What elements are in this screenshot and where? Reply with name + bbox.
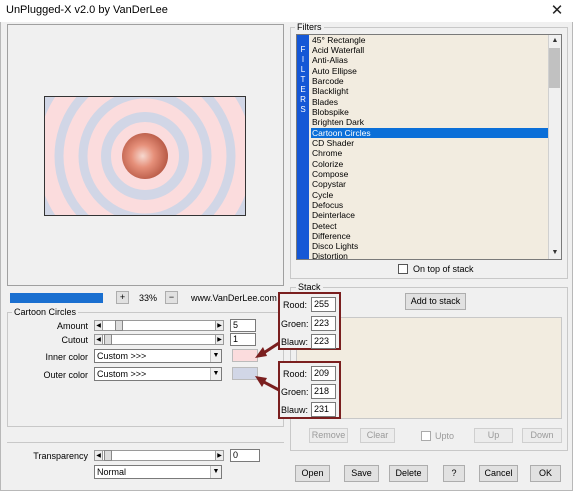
filters-letter: I xyxy=(301,55,305,64)
rood-label: Rood: xyxy=(282,369,307,379)
filter-item[interactable]: Anti-Alias xyxy=(311,55,548,65)
filter-item-selected[interactable]: Cartoon Circles xyxy=(311,128,548,138)
filter-item[interactable]: Chrome xyxy=(311,148,548,158)
filter-item[interactable]: 45° Rectangle xyxy=(311,35,548,45)
groen-label: Groen: xyxy=(281,387,309,397)
cutout-right-arrow-icon[interactable]: ▶ xyxy=(215,334,224,345)
scroll-down-icon[interactable]: ▼ xyxy=(549,247,561,259)
clear-button[interactable]: Clear xyxy=(360,428,395,443)
blauw-input[interactable]: 231 xyxy=(311,402,336,417)
rood-input[interactable]: 255 xyxy=(311,297,336,312)
filters-title: Filters xyxy=(295,22,324,33)
on-top-label: On top of stack xyxy=(413,264,474,274)
chevron-down-icon[interactable]: ▼ xyxy=(210,368,221,380)
cutout-label: Cutout xyxy=(61,335,88,345)
amount-label: Amount xyxy=(56,321,88,331)
open-button[interactable]: Open xyxy=(295,465,330,482)
filter-item[interactable]: Barcode xyxy=(311,76,548,86)
cutout-slider[interactable] xyxy=(94,334,224,345)
cartoon-circles-title: Cartoon Circles xyxy=(12,307,79,318)
rood-label: Rood: xyxy=(282,300,307,310)
blend-mode-select[interactable]: Normal xyxy=(94,465,222,479)
preview-image xyxy=(44,96,246,216)
blauw-label: Blauw: xyxy=(281,337,309,347)
inner-color-label: Inner color xyxy=(45,352,88,362)
upto-checkbox[interactable] xyxy=(421,431,431,441)
filters-letter: L xyxy=(300,65,306,74)
transparency-slider-thumb[interactable] xyxy=(104,450,112,461)
cartoon-circles-preview xyxy=(45,97,245,215)
zoom-out-button[interactable]: − xyxy=(165,291,178,304)
transparency-left-arrow-icon[interactable]: ◀ xyxy=(94,450,103,461)
filter-item[interactable]: Deinterlace xyxy=(311,210,548,220)
blauw-label: Blauw: xyxy=(281,405,309,415)
amount-left-arrow-icon[interactable]: ◀ xyxy=(94,320,103,331)
filters-letter: E xyxy=(300,85,306,94)
filter-item[interactable]: Auto Ellipse xyxy=(311,66,548,76)
filter-item[interactable]: CD Shader xyxy=(311,138,548,148)
filter-item[interactable]: Disco Lights xyxy=(311,241,548,251)
filter-item[interactable]: Colorize xyxy=(311,159,548,169)
filter-item[interactable]: Acid Waterfall xyxy=(311,45,548,55)
cancel-button[interactable]: Cancel xyxy=(479,465,518,482)
cutout-slider-thumb[interactable] xyxy=(104,334,112,345)
filters-letter: F xyxy=(300,45,306,54)
filter-item[interactable]: Blades xyxy=(311,97,548,107)
add-to-stack-button[interactable]: Add to stack xyxy=(405,293,466,310)
ok-button[interactable]: OK xyxy=(530,465,561,482)
transparency-label: Transparency xyxy=(33,451,88,461)
cutout-left-arrow-icon[interactable]: ◀ xyxy=(94,334,103,345)
arrow-head-icon xyxy=(255,347,267,358)
filter-item[interactable]: Copystar xyxy=(311,179,548,189)
scroll-up-icon[interactable]: ▲ xyxy=(549,35,561,47)
blauw-input[interactable]: 223 xyxy=(311,334,336,349)
filter-item[interactable]: Brighten Dark xyxy=(311,117,548,127)
save-button[interactable]: Save xyxy=(344,465,379,482)
delete-button[interactable]: Delete xyxy=(389,465,428,482)
progress-bar xyxy=(10,293,103,303)
filters-letter: T xyxy=(300,75,306,84)
filters-letter: R xyxy=(300,95,306,104)
remove-button[interactable]: Remove xyxy=(309,428,348,443)
outer-color-value: Custom >>> xyxy=(97,369,147,379)
rood-input[interactable]: 209 xyxy=(311,366,336,381)
window-title: UnPlugged-X v2.0 by VanDerLee xyxy=(6,4,168,16)
filters-letter: S xyxy=(300,105,306,114)
groen-input[interactable]: 223 xyxy=(311,316,336,331)
on-top-checkbox[interactable] xyxy=(398,264,408,274)
filter-item[interactable]: Distortion xyxy=(311,251,548,259)
transparency-right-arrow-icon[interactable]: ▶ xyxy=(215,450,224,461)
filter-item[interactable]: Compose xyxy=(311,169,548,179)
transparency-slider[interactable] xyxy=(94,450,224,461)
amount-right-arrow-icon[interactable]: ▶ xyxy=(215,320,224,331)
close-icon[interactable]: ✕ xyxy=(546,1,568,21)
amount-slider[interactable] xyxy=(94,320,224,331)
zoom-in-button[interactable]: + xyxy=(116,291,129,304)
down-button[interactable]: Down xyxy=(522,428,562,443)
filter-item[interactable]: Detect xyxy=(311,221,548,231)
filter-item[interactable]: Blobspike xyxy=(311,107,548,117)
filter-item[interactable]: Difference xyxy=(311,231,548,241)
scrollbar-thumb[interactable] xyxy=(549,48,560,88)
amount-slider-thumb[interactable] xyxy=(115,320,123,331)
blend-mode-value: Normal xyxy=(97,467,127,477)
filter-item[interactable]: Cycle xyxy=(311,190,548,200)
help-button[interactable]: ? xyxy=(443,465,465,482)
inner-color-value: Custom >>> xyxy=(97,351,147,361)
inner-color-select[interactable]: Custom >>> xyxy=(94,349,222,363)
chevron-down-icon[interactable]: ▼ xyxy=(210,466,221,478)
groen-label: Groen: xyxy=(281,319,309,329)
filter-item[interactable]: Defocus xyxy=(311,200,548,210)
outer-color-select[interactable]: Custom >>> xyxy=(94,367,222,381)
up-button[interactable]: Up xyxy=(474,428,513,443)
chevron-down-icon[interactable]: ▼ xyxy=(210,350,221,362)
upto-label: Upto xyxy=(435,431,455,441)
divider xyxy=(7,442,284,443)
filter-item[interactable]: Blacklight xyxy=(311,86,548,96)
transparency-value-field[interactable]: 0 xyxy=(230,449,260,462)
outer-color-label: Outer color xyxy=(43,370,88,380)
zoom-level: 33% xyxy=(139,293,158,303)
groen-input[interactable]: 218 xyxy=(311,384,336,399)
